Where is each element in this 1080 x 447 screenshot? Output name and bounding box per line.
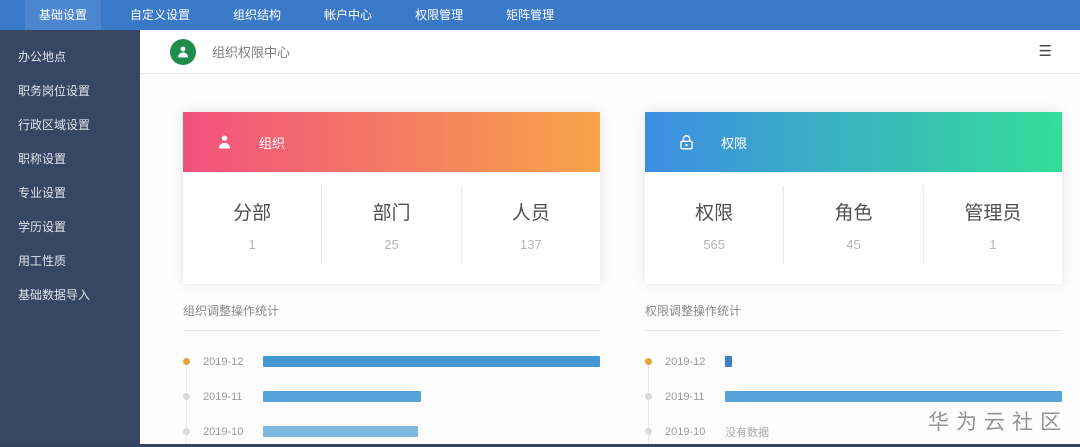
sidebar-item-education-settings[interactable]: 学历设置 xyxy=(0,210,140,244)
timeline-date-label: 2019-12 xyxy=(203,355,244,368)
stat-label: 分部 xyxy=(233,203,272,224)
org-person-icon xyxy=(170,38,196,65)
permission-adjust-chart: 权限调整操作统计 2019-12 2019-11 2019-10 没有数据 xyxy=(645,302,1062,444)
timeline-bar xyxy=(263,426,419,437)
timeline: 2019-12 2019-11 2019-10 没有数据 xyxy=(645,344,1062,444)
bar-track xyxy=(725,391,1062,402)
stat-label: 部门 xyxy=(372,203,411,224)
timeline-row: 2019-11 xyxy=(645,379,1062,414)
timeline-row: 2019-12 xyxy=(645,344,1062,379)
stat-admins: 管理员 1 xyxy=(922,186,1062,264)
bar-track xyxy=(263,356,600,367)
sidebar-item-major-settings[interactable]: 专业设置 xyxy=(0,176,140,210)
stat-permissions: 权限 565 xyxy=(645,186,783,264)
stat-personnel: 人员 137 xyxy=(460,186,600,264)
timeline-dot xyxy=(183,428,190,435)
org-card-title: 组织 xyxy=(259,135,286,151)
permission-card-body: 权限 565 角色 45 管理员 1 xyxy=(645,172,1062,284)
nav-tab-matrix-mgmt[interactable]: 矩阵管理 xyxy=(492,0,568,30)
bar-track xyxy=(725,356,1062,367)
org-summary-card: 组织 分部 1 部门 25 人员 137 xyxy=(183,112,600,284)
stat-value: 565 xyxy=(703,237,726,252)
sidebar-item-employment-type[interactable]: 用工性质 xyxy=(0,244,140,278)
timeline-date-label: 2019-12 xyxy=(665,355,706,368)
page-title: 组织权限中心 xyxy=(212,45,291,60)
app-window: 基础设置 自定义设置 组织结构 帐户中心 权限管理 矩阵管理 办公地点 职务岗位… xyxy=(0,0,1080,447)
stat-value: 137 xyxy=(519,237,542,252)
nav-tab-account-center[interactable]: 帐户中心 xyxy=(310,0,386,30)
timeline-bar xyxy=(263,356,600,367)
sidebar-item-base-data-import[interactable]: 基础数据导入 xyxy=(0,278,140,312)
sidebar-item-region-settings[interactable]: 行政区域设置 xyxy=(0,108,140,142)
bar-track xyxy=(263,391,600,402)
timeline-date-label: 2019-10 xyxy=(203,425,244,438)
sidebar-item-title-settings[interactable]: 职称设置 xyxy=(0,142,140,176)
timeline-dot xyxy=(645,393,652,400)
stat-value: 1 xyxy=(248,237,256,252)
timeline: 2019-12 2019-11 2019-10 xyxy=(183,344,600,444)
stat-label: 管理员 xyxy=(964,203,1022,224)
timeline-dot xyxy=(645,428,652,435)
timeline-row: 2019-11 xyxy=(183,379,600,414)
org-card-header: 组织 xyxy=(183,112,600,172)
bar-track xyxy=(263,426,600,437)
timeline-row: 2019-12 xyxy=(183,344,600,379)
stat-roles: 角色 45 xyxy=(783,186,922,264)
permission-card-title: 权限 xyxy=(721,135,748,151)
timeline-date-label: 2019-11 xyxy=(203,390,243,403)
stat-label: 角色 xyxy=(834,203,873,224)
list-icon[interactable]: ☰ xyxy=(1039,44,1052,59)
nav-tab-custom-settings[interactable]: 自定义设置 xyxy=(116,0,204,30)
stat-label: 人员 xyxy=(511,203,550,224)
stat-value: 45 xyxy=(846,237,861,252)
timeline-bar xyxy=(725,391,1062,402)
sidebar-item-office-location[interactable]: 办公地点 xyxy=(0,40,140,74)
permission-card-header: 权限 xyxy=(645,112,1062,172)
nav-tab-basic-settings[interactable]: 基础设置 xyxy=(25,0,102,30)
timeline-dot xyxy=(183,358,190,365)
charts-section: 组织调整操作统计 2019-12 2019-11 2019-10 权限调整操作统… xyxy=(183,302,1080,444)
stat-branch: 分部 1 xyxy=(183,186,321,264)
timeline-row: 2019-10 没有数据 xyxy=(645,414,1062,444)
stat-department: 部门 25 xyxy=(321,186,460,264)
timeline-date-label: 2019-11 xyxy=(665,390,705,403)
stat-value: 25 xyxy=(384,237,399,252)
timeline-dot xyxy=(645,358,652,365)
sidebar: 办公地点 职务岗位设置 行政区域设置 职称设置 专业设置 学历设置 用工性质 基… xyxy=(0,30,140,444)
summary-cards: 组织 分部 1 部门 25 人员 137 权限 权限 565 角色 45 管理员… xyxy=(183,112,1080,284)
timeline-dot xyxy=(183,393,190,400)
timeline-date-label: 2019-10 xyxy=(665,425,706,438)
org-card-body: 分部 1 部门 25 人员 137 xyxy=(183,172,600,284)
person-icon xyxy=(213,131,235,153)
timeline-bar xyxy=(725,356,732,367)
stat-value: 1 xyxy=(989,237,997,252)
sidebar-item-position-settings[interactable]: 职务岗位设置 xyxy=(0,74,140,108)
nav-tab-permission-mgmt[interactable]: 权限管理 xyxy=(401,0,477,30)
chart-title: 组织调整操作统计 xyxy=(183,302,600,331)
timeline-bar xyxy=(263,391,422,402)
no-data-text: 没有数据 xyxy=(725,426,769,439)
timeline-row: 2019-10 xyxy=(183,414,600,444)
lock-icon xyxy=(675,131,697,153)
main-content: 组织权限中心 ☰ 组织 分部 1 部门 25 人员 137 权限 权限 565 … xyxy=(140,30,1080,444)
permission-summary-card: 权限 权限 565 角色 45 管理员 1 xyxy=(645,112,1062,284)
chart-title: 权限调整操作统计 xyxy=(645,302,1062,331)
org-adjust-chart: 组织调整操作统计 2019-12 2019-11 2019-10 xyxy=(183,302,600,444)
page-header: 组织权限中心 ☰ xyxy=(140,30,1080,74)
top-navbar: 基础设置 自定义设置 组织结构 帐户中心 权限管理 矩阵管理 xyxy=(0,0,1080,30)
nav-tab-org-structure[interactable]: 组织结构 xyxy=(219,0,295,30)
stat-label: 权限 xyxy=(695,203,734,224)
